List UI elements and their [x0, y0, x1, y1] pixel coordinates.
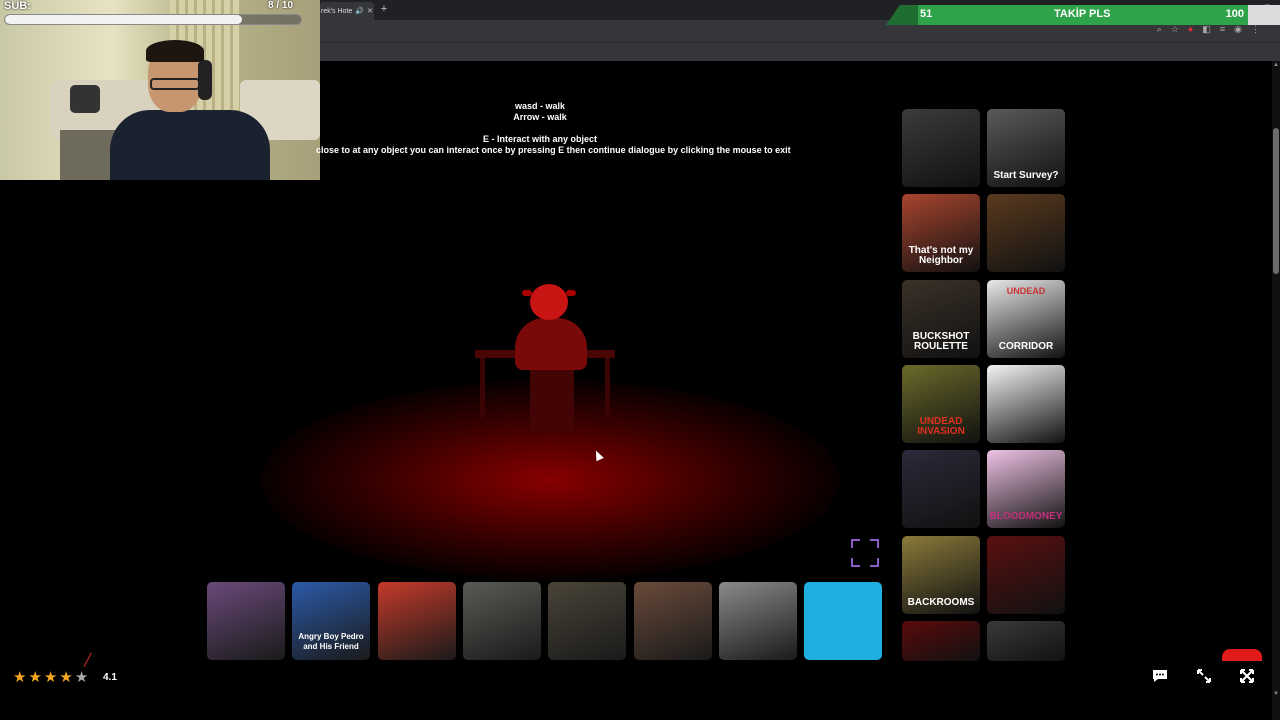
rating-stars[interactable]: ★ ★ ★ ★ ★	[13, 668, 88, 686]
game-thumbnail-granny[interactable]	[902, 109, 980, 187]
game-thumbnail-office-horror[interactable]	[463, 582, 541, 660]
close-icon[interactable]: ✕	[367, 7, 373, 15]
fullscreen-icon[interactable]	[1237, 667, 1257, 687]
tab-title: rek's Hote	[321, 7, 353, 15]
follow-target: 100	[1225, 8, 1244, 20]
game-thumbnail-red-haired-girl[interactable]	[378, 582, 456, 660]
rating-value: 4.1	[103, 672, 117, 683]
more-icon[interactable]: ⋮	[1251, 24, 1260, 35]
desk-leg	[605, 358, 610, 418]
game-thumbnail-red-horror[interactable]	[902, 621, 980, 661]
zoom-icon[interactable]: ⌕	[1157, 24, 1162, 35]
game-thumbnail-angry-boy-pedro[interactable]: Angry Boy Pedro and His Friend	[292, 582, 370, 660]
star-icon[interactable]: ★	[13, 668, 26, 686]
speaker-icon[interactable]: 🔊	[355, 7, 364, 15]
game-thumbnail-anime-girl-purple[interactable]	[207, 582, 285, 660]
scrollbar-thumb[interactable]	[1273, 128, 1279, 274]
thumbnail-label: BLOODMONEY	[989, 511, 1063, 522]
thumbnail-label: BUCKSHOT ROULETTE	[912, 331, 970, 352]
bookmark-star-icon[interactable]: ☆	[1171, 24, 1179, 35]
toolbar-icons: ⌕ ☆ ● ◧ ≡ ◉ ⋮	[1157, 24, 1260, 35]
streamer	[110, 40, 270, 180]
game-thumbnail-foggy-scene[interactable]	[719, 582, 797, 660]
sub-goal-label: SUB:	[4, 0, 31, 12]
game-thumbnail-granny-duo[interactable]	[987, 621, 1065, 661]
expand-icon[interactable]	[1194, 667, 1214, 687]
game-thumbnail-freddy[interactable]	[987, 194, 1065, 272]
star-icon[interactable]: ★	[75, 668, 88, 686]
game-instructions: wasd - walk Arrow - walk E - Interact wi…	[316, 101, 791, 155]
thumbnail-label: That's not my Neighbor	[908, 245, 974, 266]
desk-leg	[480, 358, 485, 418]
thumbnail-label: CORRIDOR	[998, 341, 1054, 352]
follow-current: 51	[920, 8, 933, 20]
chat-widget-tab[interactable]	[1222, 649, 1262, 661]
ogre-head	[530, 284, 568, 320]
thumbnail-label-top: UNDEAD	[1006, 286, 1046, 296]
instruction-dialogue: close to at any object you can interact …	[316, 145, 791, 155]
game-thumbnail-baldi[interactable]	[987, 365, 1065, 443]
instruction-interact: E - Interact with any object	[482, 134, 598, 144]
thumbnail-label: Angry Boy Pedro and His Friend	[298, 632, 364, 651]
ogre-ear	[522, 290, 532, 296]
headphones	[198, 60, 212, 100]
game-thumbnail-backrooms[interactable]: BACKROOMS	[902, 536, 980, 614]
sub-goal-progress	[4, 14, 302, 25]
game-thumbnail-zombie-face[interactable]	[634, 582, 712, 660]
game-thumbnail-thats-not-my-neighbor[interactable]: That's not my Neighbor	[902, 194, 980, 272]
rating-flag-icon: ╱	[84, 653, 92, 667]
browser-tab[interactable]: rek's Hote 🔊 ✕	[320, 2, 374, 20]
hoodie	[110, 110, 270, 180]
ogre-torso	[515, 318, 587, 370]
game-thumbnail-anime-girl[interactable]	[902, 450, 980, 528]
thumbnail-label: BACKROOMS	[907, 597, 975, 608]
screen: rek's Hote 🔊 ✕ + — □ ⌕ ☆ ● ◧ ≡ ◉ ⋮	[0, 0, 1280, 720]
game-thumbnail-creepy-figure[interactable]	[548, 582, 626, 660]
instruction-walk-wasd: wasd - walk	[514, 101, 566, 111]
star-icon[interactable]: ★	[28, 668, 41, 686]
game-thumbnail-orange-headphones[interactable]	[804, 582, 882, 660]
thumbnail-label: UNDEAD INVASION	[917, 416, 965, 437]
scroll-down-icon[interactable]: ▼	[1272, 690, 1280, 698]
game-thumbnail-undead-invasion[interactable]: UNDEAD INVASION	[902, 365, 980, 443]
menu-icon[interactable]: ≡	[1220, 24, 1225, 35]
game-thumbnail-start-survey[interactable]: Start Survey?	[987, 109, 1065, 187]
star-icon[interactable]: ★	[44, 668, 57, 686]
game-fullscreen-icon[interactable]	[851, 539, 879, 567]
thumbnail-label: Start Survey?	[993, 170, 1059, 181]
follow-title: TAKİP PLS	[1054, 8, 1111, 20]
game-thumbnail-undead-corridor[interactable]: UNDEAD CORRIDOR	[987, 280, 1065, 358]
follow-banner-dark	[886, 5, 918, 25]
game-thumbnail-fears-sausage[interactable]	[987, 536, 1065, 614]
follow-banner-end	[1248, 5, 1280, 25]
scroll-up-icon[interactable]: ▲	[1272, 61, 1280, 69]
webcam-overlay: SUB: 8 / 10	[0, 0, 320, 180]
ogre-ear	[566, 290, 576, 296]
instruction-walk-arrow: Arrow - walk	[513, 112, 567, 122]
game-thumbnail-buckshot-roulette[interactable]: BUCKSHOT ROULETTE	[902, 280, 980, 358]
extension-icon[interactable]: ●	[1188, 24, 1193, 35]
chair	[530, 370, 574, 432]
new-tab-button[interactable]: +	[378, 2, 390, 16]
follow-goal-banner: 51 TAKİP PLS 100	[886, 5, 1280, 25]
extensions-puzzle-icon[interactable]: ◧	[1202, 24, 1211, 35]
sub-goal-count: 8 / 10	[268, 0, 294, 11]
profile-icon[interactable]: ◉	[1234, 24, 1242, 35]
comment-icon[interactable]	[1150, 667, 1170, 687]
glasses	[150, 78, 200, 90]
ogre-character[interactable]	[470, 280, 620, 440]
hair	[146, 40, 204, 62]
pillow	[70, 85, 100, 113]
game-thumbnail-bloodmoney[interactable]: BLOODMONEY	[987, 450, 1065, 528]
sub-goal-progress-fill	[5, 15, 242, 24]
star-icon[interactable]: ★	[59, 668, 72, 686]
